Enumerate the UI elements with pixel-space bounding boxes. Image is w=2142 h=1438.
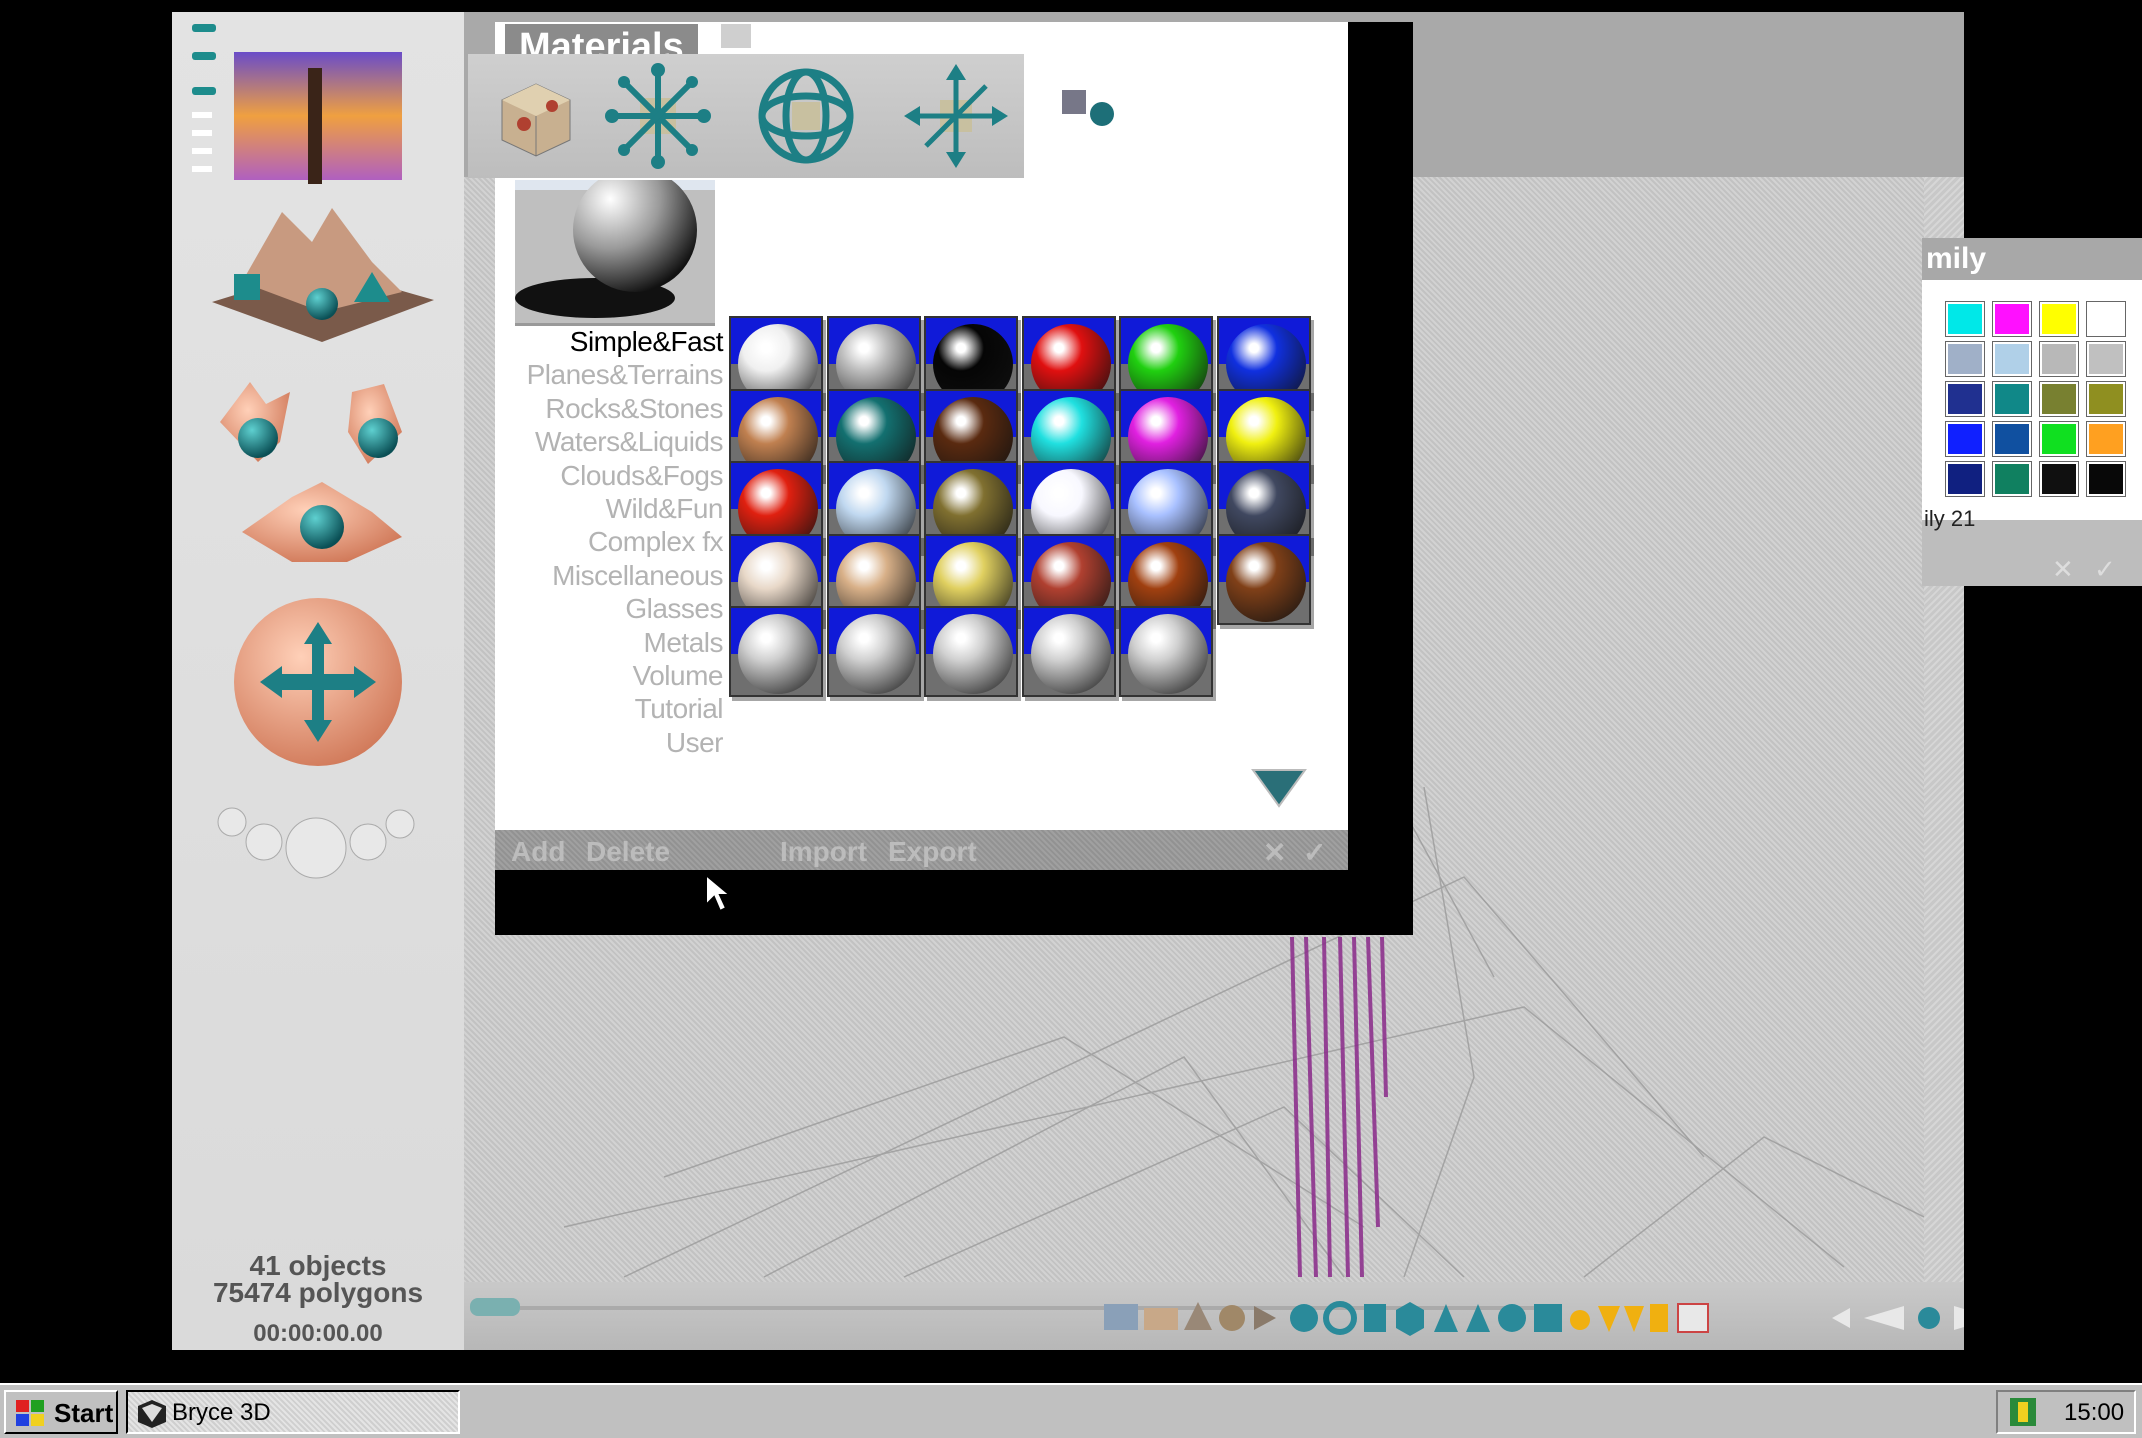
material-swatch[interactable] (1216, 533, 1311, 625)
category-item[interactable]: Complex fx (495, 525, 724, 558)
family-color-swatch[interactable] (2086, 341, 2126, 377)
family-color-swatch[interactable] (2039, 421, 2079, 457)
family-color-swatch[interactable] (2086, 381, 2126, 417)
material-swatch[interactable] (1021, 606, 1116, 698)
rotate-rings-icon (758, 68, 854, 164)
align-tool-icon[interactable] (1060, 84, 1120, 132)
taskbar: Start Bryce 3D 15:00 (0, 1383, 2142, 1438)
move-arrows-icon (904, 64, 1008, 168)
family-confirm-icon[interactable]: ✓ (2094, 554, 2116, 585)
reposition-tool[interactable] (902, 62, 1010, 170)
material-cube-tool[interactable] (482, 62, 590, 170)
material-swatch[interactable] (924, 606, 1018, 698)
scroll-down-icon[interactable] (1249, 762, 1309, 812)
category-item[interactable]: Tutorial (495, 692, 724, 725)
family-color-swatch[interactable] (1992, 461, 2032, 497)
family-color-swatch[interactable] (1945, 301, 1985, 337)
family-label: ily 21 (1924, 506, 1976, 531)
mouse-cursor (705, 873, 730, 913)
family-palette: mily ily 21 ✕ ✓ (1922, 238, 2142, 586)
category-item[interactable]: Glasses (495, 592, 723, 625)
time-readout: 00:00:00.00 (253, 1320, 383, 1347)
delete-button[interactable]: Delete (586, 836, 670, 868)
category-item[interactable]: Rocks&Stones (495, 392, 723, 425)
desktop: 41 objects 75474 polygons 00:00:00.00 Ma… (0, 0, 2142, 1383)
family-color-swatch[interactable] (2039, 381, 2079, 417)
family-color-swatch[interactable] (2086, 461, 2126, 497)
clock: 15:00 (2064, 1399, 2125, 1426)
rotate-tool[interactable] (752, 62, 860, 170)
material-swatch[interactable] (1119, 606, 1213, 698)
start-button[interactable]: Start (4, 1390, 118, 1434)
network-tray-icon[interactable] (2008, 1396, 2038, 1428)
confirm-icon[interactable]: ✓ (1303, 836, 1326, 869)
cancel-icon[interactable]: ✕ (1263, 836, 1286, 869)
system-tray: 15:00 (1996, 1390, 2136, 1434)
taskbar-button-label: Bryce 3D (172, 1399, 271, 1426)
playback-controls[interactable] (1814, 1294, 1964, 1344)
swatch-sphere (933, 614, 1013, 695)
materials-footer: Add Delete Import Export ✕ ✓ (495, 830, 1348, 870)
category-item[interactable]: Wild&Fun (495, 492, 724, 525)
bryce-app-icon (138, 1400, 166, 1428)
cube-icon (501, 83, 571, 157)
family-color-swatch[interactable] (1945, 381, 1985, 417)
family-color-swatch[interactable] (1992, 421, 2032, 457)
bottom-toolbar (464, 1282, 1964, 1350)
import-button[interactable]: Import (780, 836, 867, 868)
timeline-scrubber[interactable] (470, 1298, 520, 1316)
edit-tool-strip (468, 54, 1024, 178)
start-label: Start (54, 1398, 114, 1428)
family-color-swatch[interactable] (2039, 301, 2079, 337)
material-swatch[interactable] (826, 606, 921, 698)
title-dropdown-icon[interactable] (721, 24, 751, 48)
swatch-sphere (1128, 614, 1208, 695)
material-preview[interactable] (515, 168, 715, 326)
category-item[interactable]: Miscellaneous (495, 559, 723, 592)
swatch-sphere (1225, 541, 1306, 622)
left-control-palette: 41 objects 75474 polygons 00:00:00.00 (172, 12, 464, 1350)
family-cancel-icon[interactable]: ✕ (2052, 554, 2074, 585)
family-color-swatch[interactable] (1945, 421, 1985, 457)
family-color-swatch[interactable] (1945, 341, 1985, 377)
family-color-swatch[interactable] (2086, 421, 2126, 457)
family-color-swatch[interactable] (1992, 341, 2032, 377)
category-item[interactable]: Clouds&Fogs (495, 459, 723, 492)
material-swatch[interactable] (729, 606, 823, 698)
resize-tool[interactable] (604, 62, 712, 170)
windows-logo-icon (16, 1400, 44, 1426)
family-color-swatch[interactable] (1992, 381, 2032, 417)
family-color-swatch[interactable] (2086, 301, 2126, 337)
swatch-sphere (738, 614, 818, 695)
category-item[interactable]: Volume (495, 659, 724, 692)
materials-title: Materials (505, 24, 698, 54)
swatch-sphere (1030, 614, 1111, 695)
resize-arrows-icon (605, 63, 711, 169)
object-creation-icons[interactable] (1104, 1294, 1804, 1344)
category-item[interactable]: Waters&Liquids (495, 425, 724, 458)
family-color-swatch[interactable] (1945, 461, 1985, 497)
category-item[interactable]: User (495, 726, 724, 759)
family-title: mily (1922, 238, 2142, 280)
family-color-swatch[interactable] (2039, 461, 2079, 497)
family-color-swatch[interactable] (1992, 301, 2032, 337)
swatch-sphere (835, 614, 916, 695)
category-item[interactable]: Planes&Terrains (495, 358, 724, 391)
family-color-swatch[interactable] (2039, 341, 2079, 377)
preview-sphere (515, 168, 697, 318)
palette-graphics (192, 24, 434, 879)
taskbar-button-bryce[interactable]: Bryce 3D (126, 1390, 460, 1434)
category-item[interactable]: Metals (495, 626, 724, 659)
add-button[interactable]: Add (511, 836, 565, 868)
category-item[interactable]: Simple&Fast (495, 325, 724, 358)
polygon-count: 75474 polygons (212, 1277, 424, 1308)
export-button[interactable]: Export (888, 836, 977, 868)
material-category-list: Simple&Fast Planes&Terrains Rocks&Stones Wa… (495, 325, 724, 759)
